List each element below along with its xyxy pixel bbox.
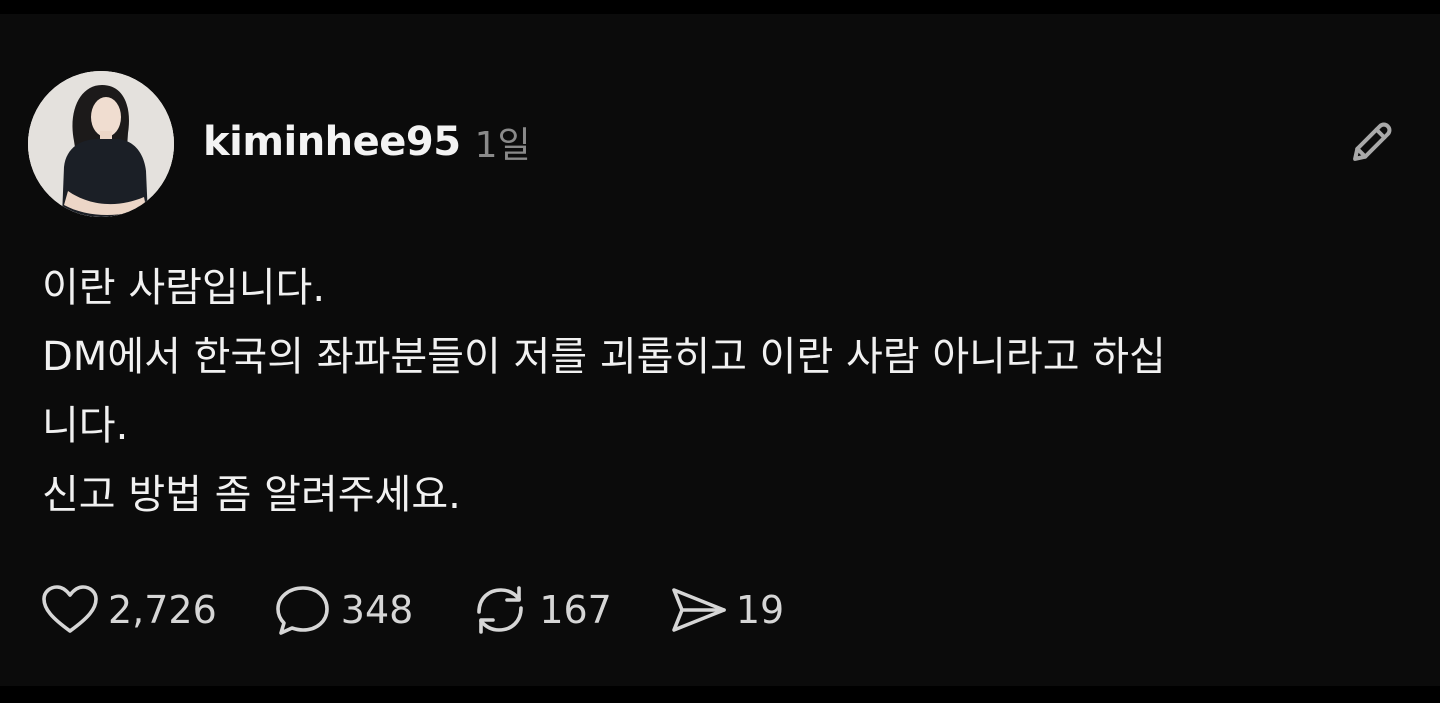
post-body-line: 니다. <box>42 403 129 449</box>
avatar[interactable] <box>28 71 174 217</box>
share-count: 19 <box>735 588 785 632</box>
post-card: kiminhee95 1일 이란 사람입니다. DM에서 한국의 좌파분들이 저… <box>0 14 1440 686</box>
repost-icon <box>477 586 524 634</box>
heart-icon <box>42 585 98 633</box>
username[interactable]: kiminhee95 <box>203 119 461 165</box>
post-body-line: DM에서 한국의 좌파분들이 저를 괴롭히고 이란 사람 아니라고 하십 <box>42 334 1166 380</box>
repost-count: 167 <box>539 588 612 632</box>
like-count: 2,726 <box>108 588 217 632</box>
send-icon <box>672 588 726 632</box>
post-timestamp: 1일 <box>474 125 531 166</box>
post-body: 이란 사람입니다. DM에서 한국의 좌파분들이 저를 괴롭히고 이란 사람 아… <box>42 254 1382 530</box>
action-bar: 2,726 348 167 19 <box>40 582 840 638</box>
post-header: kiminhee95 1일 <box>203 114 531 170</box>
comment-count: 348 <box>340 588 414 632</box>
like-button[interactable]: 2,726 <box>40 584 217 636</box>
edit-button[interactable] <box>1340 110 1404 174</box>
post-body-line: 신고 방법 좀 알려주세요. <box>42 472 461 518</box>
avatar-photo <box>28 71 174 217</box>
post-body-line: 이란 사람입니다. <box>42 265 326 311</box>
share-button[interactable]: 19 <box>668 584 784 636</box>
comment-bubble-icon <box>275 586 329 635</box>
pencil-icon <box>1353 122 1392 161</box>
comment-button[interactable]: 348 <box>273 583 414 637</box>
repost-button[interactable]: 167 <box>469 582 612 638</box>
